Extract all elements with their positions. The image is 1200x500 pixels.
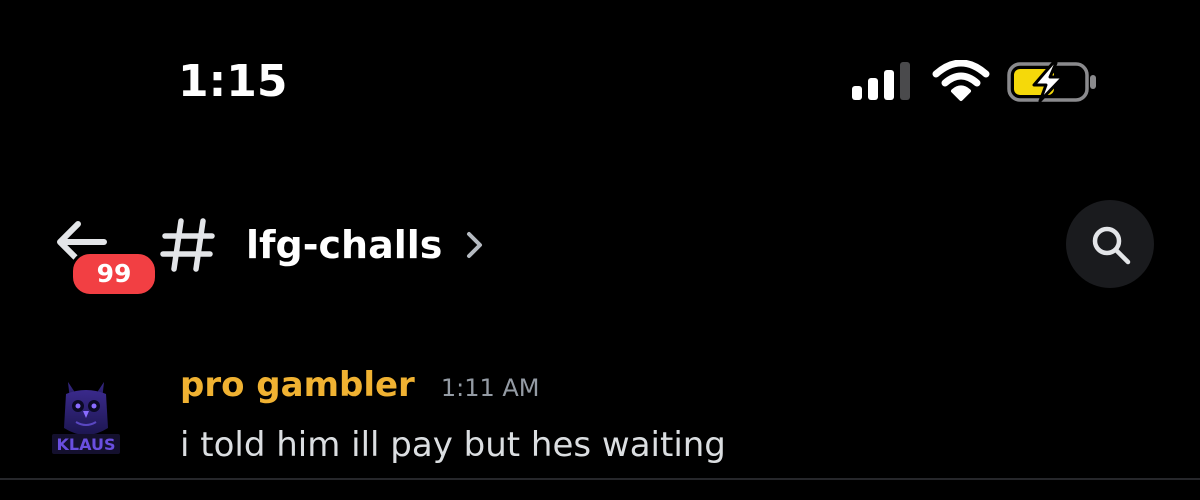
unread-badge: 99 xyxy=(70,251,158,297)
search-button[interactable] xyxy=(1066,200,1154,288)
owl-avatar-icon[interactable]: KLAUS xyxy=(48,378,124,460)
author-name[interactable]: pro gambler xyxy=(180,360,415,410)
channel-name: lfg-challs xyxy=(246,223,443,267)
search-icon xyxy=(1092,226,1131,265)
chevron-right-icon xyxy=(467,232,483,258)
status-time: 1:15 xyxy=(178,56,288,107)
avatar-logo-text: KLAUS xyxy=(57,435,116,454)
timestamp: 1:11 AM xyxy=(440,374,540,402)
status-bar: 1:15 xyxy=(0,0,1200,160)
channel-header: 99 lfg-challs xyxy=(0,160,1200,480)
hash-icon xyxy=(160,218,215,272)
message: KLAUS pro gambler 1:11 AM i told him ill… xyxy=(0,340,1200,500)
message-content: i told him ill pay but hes waiting xyxy=(180,425,726,465)
message-header: pro gambler 1:11 AM xyxy=(180,360,540,410)
cellular-signal-icon xyxy=(852,62,910,100)
wifi-icon xyxy=(932,60,990,101)
back-button[interactable]: 99 xyxy=(48,215,160,300)
battery-charging-icon xyxy=(1007,61,1096,103)
channel-title[interactable]: lfg-challs xyxy=(160,215,486,275)
